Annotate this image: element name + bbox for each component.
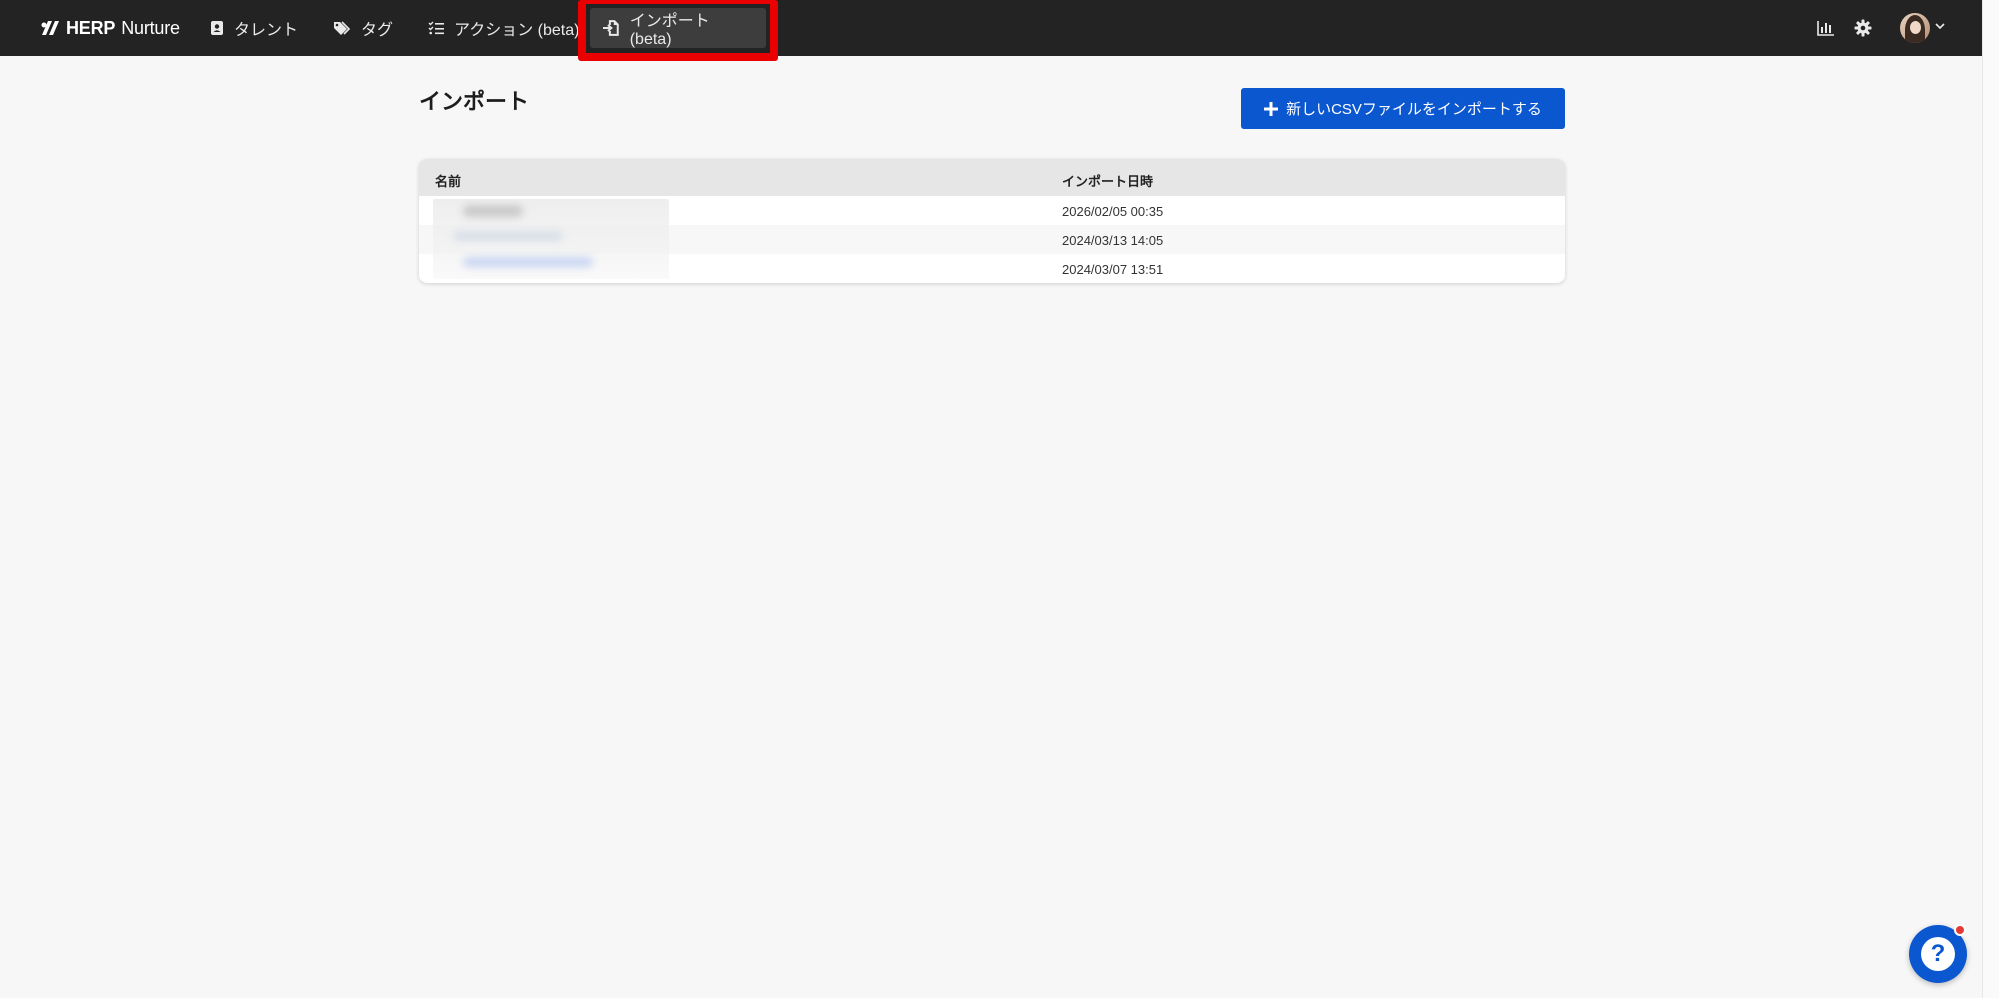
brand-name-light: Nurture — [121, 17, 180, 38]
import-date-cell: 2024/03/07 13:51 — [1062, 262, 1164, 277]
brand-logo[interactable]: HERP Nurture — [40, 16, 180, 40]
column-header-import-date: インポート日時 — [1062, 174, 1154, 189]
page-title: インポート — [419, 89, 530, 114]
nav-item-talent[interactable]: タレント — [198, 8, 310, 48]
brand-mark-icon — [41, 21, 59, 35]
nav-item-label: タレント — [234, 22, 299, 39]
table-header-row: 名前 インポート日時 — [419, 159, 1565, 196]
gear-icon[interactable] — [1852, 17, 1874, 39]
scrollbar-track[interactable] — [1982, 0, 1999, 998]
import-date-cell: 2024/03/13 14:05 — [1062, 233, 1164, 248]
nav-item-label: タグ — [361, 22, 394, 39]
import-file-icon — [602, 20, 619, 36]
import-date-cell: 2026/02/05 00:35 — [1062, 204, 1164, 219]
nav-item-label: インポート (beta) — [629, 13, 710, 48]
avatar[interactable] — [1900, 13, 1930, 43]
new-csv-import-button[interactable]: 新しいCSVファイルをインポートする — [1241, 88, 1565, 129]
top-navigation-bar: HERP Nurture タレント タグ アクション (beta) インポート … — [0, 0, 1982, 56]
brand-name-bold: HERP — [66, 17, 116, 38]
notification-dot — [1954, 924, 1966, 936]
nav-item-actions[interactable]: アクション (beta) — [416, 8, 591, 48]
import-history-table: 名前 インポート日時 2026/02/05 00:35 2024/03/13 1… — [419, 159, 1565, 283]
nav-item-import[interactable]: インポート (beta) — [590, 8, 766, 48]
plus-icon — [1264, 101, 1279, 116]
redacted-name-column — [433, 199, 669, 279]
column-header-name: 名前 — [435, 174, 462, 189]
nav-item-label: アクション (beta) — [454, 22, 580, 39]
checklist-icon — [428, 21, 444, 35]
bar-chart-icon[interactable] — [1815, 17, 1837, 39]
nav-item-tags[interactable]: タグ — [321, 8, 405, 48]
chevron-down-icon[interactable] — [1935, 22, 1945, 30]
new-csv-import-label: 新しいCSVファイルをインポートする — [1286, 101, 1542, 118]
contact-card-icon — [211, 21, 223, 35]
tags-icon — [334, 21, 351, 35]
question-icon: ? — [1921, 937, 1955, 971]
